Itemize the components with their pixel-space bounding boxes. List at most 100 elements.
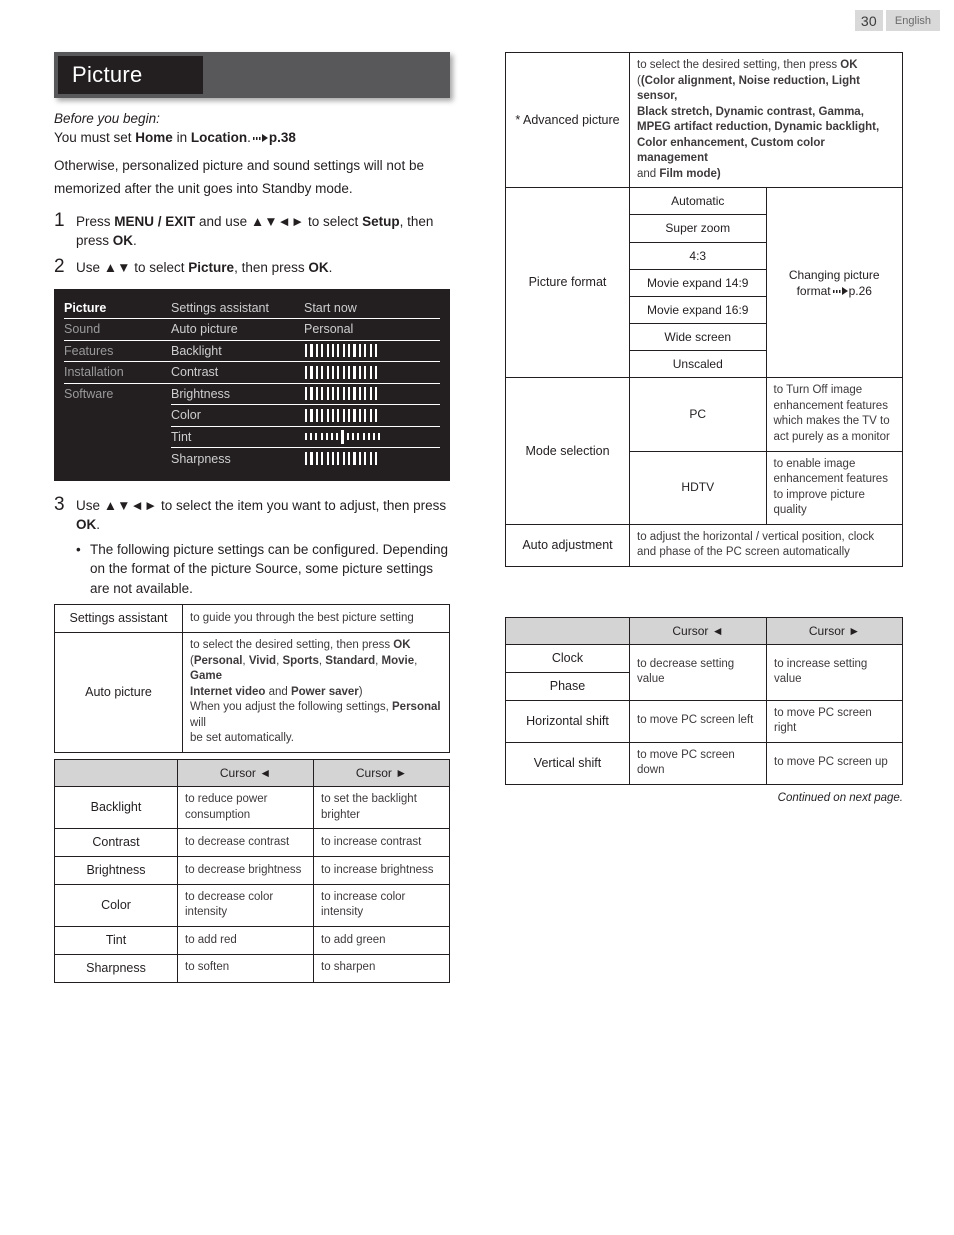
tv-value-color-slider[interactable] — [304, 405, 440, 427]
tv-setting-settings-assistant[interactable]: Settings assistant — [171, 298, 304, 320]
updown-keys-icon: ▲▼ — [103, 259, 131, 275]
tv-menu-item-features[interactable]: Features — [64, 341, 171, 363]
contrast-slider[interactable] — [304, 362, 378, 383]
row-label-settings-assistant: Settings assistant — [54, 604, 183, 634]
cursor-row-right-tint: to add green — [313, 925, 450, 955]
adv-line2-bold: (Color alignment, Noise reduction, Light… — [637, 74, 860, 103]
table-row-picture-format: Picture format Automatic Changing pictur… — [505, 187, 903, 379]
picture-term: Picture — [188, 259, 235, 275]
cursor-row-label-backlight: Backlight — [54, 786, 178, 830]
color-slider[interactable] — [304, 405, 378, 426]
picture-format-option-unscaled[interactable]: Unscaled — [629, 350, 767, 379]
adv-film-mode: Film mode) — [659, 167, 721, 180]
tv-value-settings-assistant[interactable]: Start now — [304, 298, 440, 320]
tv-menu-item-installation[interactable]: Installation — [64, 362, 171, 384]
tv-menu-item-sound[interactable]: Sound — [64, 319, 171, 341]
sharpness-slider[interactable] — [304, 448, 378, 470]
cursor-row-right-clock-phase: to increase setting value — [766, 643, 903, 701]
tv-setting-sharpness-label: Sharpness — [171, 451, 231, 466]
adv-line3: Black stretch, Dynamic contrast, Gamma, — [637, 105, 895, 121]
cursor-row-label-horizontal-shift: Horizontal shift — [505, 699, 630, 743]
adv-line5-bold: Color enhancement, Custom color manageme… — [637, 136, 825, 165]
row-label-mode-selection: Mode selection — [505, 377, 630, 525]
tv-menu-item-software[interactable]: Software — [64, 384, 171, 406]
adv-line1-text: to select the desired setting, then pres… — [637, 59, 841, 71]
step-3-bullet-line3: available. — [135, 580, 193, 596]
before-you-begin-line2: Otherwise, personalized picture and soun… — [54, 158, 424, 174]
cursor-row-left-clock-phase: to decrease setting value — [629, 643, 767, 701]
table-row: Horizontal shift to move PC screen left … — [505, 699, 903, 743]
cursor-row-left-contrast: to decrease contrast — [177, 828, 314, 858]
tv-value-auto-picture[interactable]: Personal — [304, 319, 440, 341]
cursor-left-header-prev: Cursor ◄ — [177, 758, 314, 788]
step-2-text-d: , then press — [234, 259, 309, 275]
tint-slider[interactable] — [304, 427, 381, 448]
table-row: Clock to decrease setting value to incre… — [505, 643, 903, 701]
mode-option-pc[interactable]: PC — [629, 377, 767, 452]
tv-menu-setting-names: Settings assistant Auto picture Backligh… — [171, 298, 304, 481]
cursor-row-right-horizontal-shift: to move PC screen right — [766, 699, 903, 743]
tv-menu-item-picture[interactable]: Picture — [64, 298, 171, 320]
cursor-table-left: Cursor ◄ Cursor ► Backlight to reduce po… — [54, 758, 450, 983]
cursor-row-right-backlight: to set the backlight brighter — [313, 786, 450, 830]
tv-setting-tint[interactable]: Tint — [171, 427, 304, 449]
tv-menu-item-software-label: Software — [64, 387, 114, 402]
cursor-row-right-contrast: to increase contrast — [313, 828, 450, 858]
step-3: 3 Use ▲▼◄► to select the item you want t… — [54, 493, 452, 599]
tv-setting-brightness[interactable]: Brightness — [171, 384, 304, 406]
opt-sports: Sports — [282, 654, 319, 667]
mode-desc-hdtv: to enable image enhancement features to … — [765, 450, 903, 525]
auto-picture-ok: OK — [393, 639, 411, 652]
cursor-row-left-brightness: to decrease brightness — [177, 856, 314, 885]
step-1-number: 1 — [54, 209, 65, 231]
auto-picture-personal-bold: Personal — [392, 701, 441, 714]
cursor-row-left-sharpness: to soften — [177, 953, 314, 983]
menu-exit-key: MENU / EXIT — [114, 213, 196, 229]
section-title-banner: Picture — [54, 52, 450, 98]
cursor-right-header-blank — [505, 616, 630, 645]
ok-key: OK — [112, 233, 134, 249]
tv-setting-backlight[interactable]: Backlight — [171, 341, 304, 363]
mode-option-hdtv[interactable]: HDTV — [629, 450, 767, 525]
tv-osd-menu: Picture Sound Features Installation Soft… — [54, 288, 450, 481]
picture-format-option-super-zoom[interactable]: Super zoom — [629, 214, 767, 243]
table-row-advanced-picture: * Advanced picture to select the desired… — [505, 51, 903, 189]
cursor-row-label-phase: Phase — [505, 671, 630, 701]
tv-setting-contrast[interactable]: Contrast — [171, 362, 304, 384]
step-1: 1 Press MENU / EXIT and use ▲▼◄► to sele… — [54, 209, 452, 251]
tv-value-contrast-slider[interactable] — [304, 362, 440, 384]
table-row-settings-assistant: Settings assistant to guide you through … — [54, 604, 450, 634]
page-ref-arrow-icon — [252, 134, 268, 143]
opt-standard: Standard — [325, 654, 376, 667]
cursor-row-left-color: to decrease color intensity — [177, 883, 314, 927]
step-3-text-e: . — [96, 517, 101, 533]
tv-value-sharpness-slider[interactable] — [304, 448, 440, 470]
backlight-slider[interactable] — [304, 341, 378, 362]
tv-setting-auto-picture[interactable]: Auto picture — [171, 319, 304, 341]
table-row: Tint to add red to add green — [54, 925, 450, 955]
row-desc-auto-picture: to select the desired setting, then pres… — [182, 632, 450, 753]
tv-value-brightness-slider[interactable] — [304, 384, 440, 406]
brightness-slider[interactable] — [304, 384, 378, 405]
picture-format-option-wide-screen[interactable]: Wide screen — [629, 323, 767, 352]
cursor-table-right-header: Cursor ◄ Cursor ► — [505, 616, 903, 645]
tv-setting-sharpness[interactable]: Sharpness — [171, 448, 304, 470]
picture-format-option-automatic[interactable]: Automatic — [629, 187, 767, 216]
cursor-table-left-header: Cursor ◄ Cursor ► — [54, 758, 450, 788]
picture-format-option-movie-expand-14-9[interactable]: Movie expand 14:9 — [629, 268, 767, 297]
cursor-row-label-contrast: Contrast — [54, 828, 178, 858]
adv-line2: ((Color alignment, Noise reduction, Ligh… — [637, 74, 860, 103]
mode-desc-pc: to Turn Off image enhancement features w… — [765, 377, 903, 452]
step-1-text-b: and use — [195, 213, 251, 229]
tv-menu-item-installation-label: Installation — [64, 365, 124, 380]
tv-setting-auto-picture-label: Auto picture — [171, 322, 238, 337]
picture-format-option-4-3[interactable]: 4:3 — [629, 241, 767, 270]
picture-format-option-movie-expand-16-9[interactable]: Movie expand 16:9 — [629, 295, 767, 325]
tv-menu-values: Start now Personal — [304, 298, 440, 481]
cursor-row-label-brightness: Brightness — [54, 856, 178, 885]
tv-value-tint-slider[interactable] — [304, 427, 440, 449]
tv-setting-color[interactable]: Color — [171, 405, 304, 427]
tv-setting-settings-assistant-label: Settings assistant — [171, 300, 269, 315]
tv-value-backlight-slider[interactable] — [304, 341, 440, 363]
step-2-text-c: to select — [130, 259, 189, 275]
